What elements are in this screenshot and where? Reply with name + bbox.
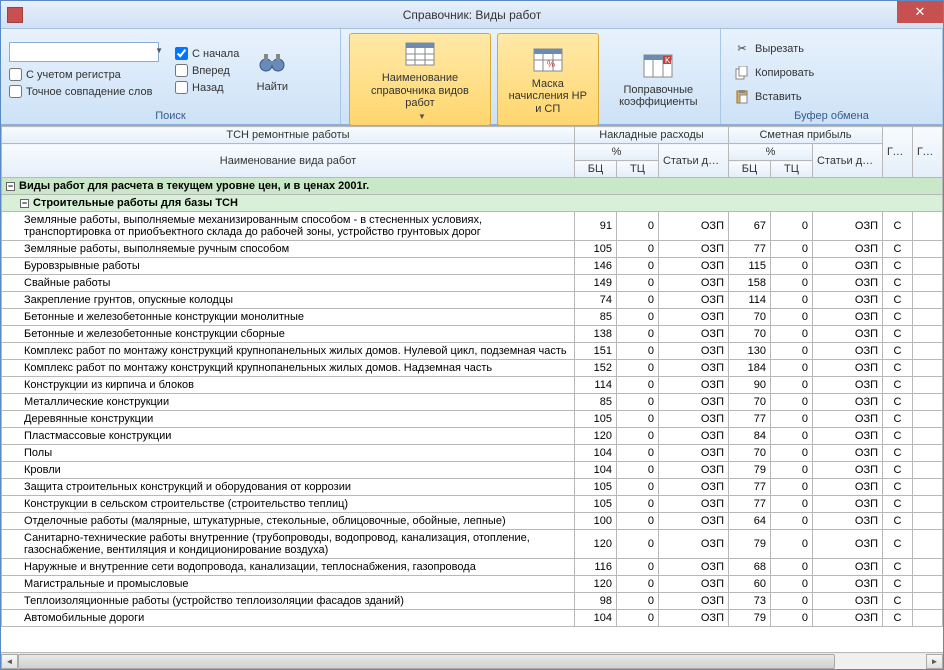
table-row[interactable]: Наружные и внутренние сети водопровода, … — [2, 559, 943, 576]
group-label-search: Поиск — [9, 108, 332, 122]
copy-button[interactable]: Копировать — [729, 62, 819, 84]
window-title: Справочник: Виды работ — [403, 8, 541, 22]
paste-button[interactable]: Вставить — [729, 86, 819, 108]
dropdown-icon: ▼ — [418, 112, 426, 121]
table-row[interactable]: Бетонные и железобетонные конструкции мо… — [2, 309, 943, 326]
copy-icon — [734, 65, 750, 81]
table-row[interactable]: Конструкции в сельском строительстве (ст… — [2, 496, 943, 513]
header-name[interactable]: Наименование вида работ — [2, 144, 575, 178]
table-row[interactable]: Комплекс работ по монтажу конструкций кр… — [2, 343, 943, 360]
header-overhead[interactable]: Накладные расходы — [574, 127, 728, 144]
table-row[interactable]: Металлические конструкции850ОЗП700ОЗПС — [2, 394, 943, 411]
table-row[interactable]: Пластмассовые конструкции1200ОЗП840ОЗПС — [2, 428, 943, 445]
header-bc1[interactable]: БЦ — [574, 161, 616, 178]
chk-back[interactable]: Назад — [175, 80, 239, 95]
scroll-left-button[interactable]: ◄ — [1, 654, 18, 669]
data-grid[interactable]: ТСН ремонтные работы Накладные расходы С… — [1, 125, 943, 652]
ribbon-group-view: Наименование справочника видов работ ▼ %… — [341, 29, 721, 124]
table-row[interactable]: Буровзрывные работы1460ОЗП1150ОЗПС — [2, 258, 943, 275]
svg-text:K: K — [665, 56, 671, 65]
group-row[interactable]: −Строительные работы для базы ТСН — [2, 195, 943, 212]
btn-mask[interactable]: % Маска начисления НР и СП — [497, 33, 599, 126]
header-bc2[interactable]: БЦ — [728, 161, 770, 178]
titlebar: Справочник: Виды работ ✕ — [1, 1, 943, 29]
scissors-icon: ✂ — [734, 41, 750, 57]
ribbon-group-clipboard: ✂ Вырезать Копировать Вставить — [721, 29, 943, 124]
table-row[interactable]: Кровли1040ОЗП790ОЗПС — [2, 462, 943, 479]
table-row[interactable]: Конструкции из кирпича и блоков1140ОЗП90… — [2, 377, 943, 394]
table-row[interactable]: Комплекс работ по монтажу конструкций кр… — [2, 360, 943, 377]
chk-from-start[interactable]: С начала — [175, 46, 239, 61]
table-row[interactable]: Санитарно-технические работы внутренние … — [2, 530, 943, 559]
chk-forward[interactable]: Вперед — [175, 63, 239, 78]
btn-coef[interactable]: K Поправочные коэффициенты — [605, 33, 712, 126]
horizontal-scrollbar[interactable]: ◄ ► — [1, 652, 943, 669]
table-row[interactable]: Автомобильные дороги1040ОЗП790ОЗПС — [2, 610, 943, 627]
table-row[interactable]: Отделочные работы (малярные, штукатурные… — [2, 513, 943, 530]
dropdown-icon[interactable]: ▼ — [155, 46, 163, 55]
table-row[interactable]: Бетонные и железобетонные конструкции сб… — [2, 326, 943, 343]
grid-table: ТСН ремонтные работы Накладные расходы С… — [1, 126, 943, 627]
table-row[interactable]: Полы1040ОЗП700ОЗПС — [2, 445, 943, 462]
group-row[interactable]: −Виды работ для расчета в текущем уровне… — [2, 178, 943, 195]
close-icon: ✕ — [915, 4, 926, 20]
cut-button[interactable]: ✂ Вырезать — [729, 38, 819, 60]
table-row[interactable]: Закрепление грунтов, опускные колодцы740… — [2, 292, 943, 309]
app-icon — [7, 7, 23, 23]
svg-text:%: % — [547, 59, 555, 69]
chk-exact[interactable]: Точное совпадение слов — [9, 84, 169, 99]
table-row[interactable]: Деревянные конструкции1050ОЗП770ОЗПС — [2, 411, 943, 428]
table-row[interactable]: Теплоизоляционные работы (устройство теп… — [2, 593, 943, 610]
table-k-icon: K — [642, 50, 674, 82]
header-pct2[interactable]: % — [728, 144, 812, 161]
expander-icon[interactable]: − — [6, 182, 15, 191]
grid-body: −Виды работ для расчета в текущем уровне… — [2, 178, 943, 627]
binoculars-icon — [256, 47, 288, 79]
scroll-thumb[interactable] — [18, 654, 835, 669]
table-percent-icon: % — [532, 44, 564, 76]
btn-naming[interactable]: Наименование справочника видов работ ▼ — [349, 33, 491, 126]
scroll-right-button[interactable]: ► — [926, 654, 943, 669]
ribbon: ▼ С учетом регистра Точное совпадение сл… — [1, 29, 943, 125]
header-pct1[interactable]: % — [574, 144, 658, 161]
group-label-clipboard: Буфер обмена — [729, 108, 934, 122]
scroll-track[interactable] — [18, 654, 926, 669]
header-profit[interactable]: Сметная прибыль — [728, 127, 882, 144]
find-button[interactable]: Найти — [245, 33, 299, 108]
search-input[interactable] — [9, 42, 159, 62]
header-articles1[interactable]: Статьи для нач. — [658, 144, 728, 178]
header-articles2[interactable]: Статьи для нач. — [812, 144, 882, 178]
header-main[interactable]: ТСН ремонтные работы — [2, 127, 575, 144]
grid-header: ТСН ремонтные работы Накладные расходы С… — [2, 127, 943, 178]
app-window: Справочник: Виды работ ✕ ▼ С учетом реги… — [0, 0, 944, 670]
expander-icon[interactable]: − — [20, 199, 29, 208]
header-tc2[interactable]: ТЦ — [770, 161, 812, 178]
chk-case[interactable]: С учетом регистра — [9, 67, 169, 82]
header-tc1[interactable]: ТЦ — [616, 161, 658, 178]
table-row[interactable]: Магистральные и промысловые1200ОЗП600ОЗП… — [2, 576, 943, 593]
table-icon — [404, 38, 436, 70]
header-goc[interactable]: Гр. ОС — [883, 127, 913, 178]
paste-icon — [734, 89, 750, 105]
header-gres[interactable]: Гр. рес. — [913, 127, 943, 178]
table-row[interactable]: Земляные работы, выполняемые ручным спос… — [2, 241, 943, 258]
table-row[interactable]: Защита строительных конструкций и оборуд… — [2, 479, 943, 496]
ribbon-group-search: ▼ С учетом регистра Точное совпадение сл… — [1, 29, 341, 124]
table-row[interactable]: Свайные работы1490ОЗП1580ОЗПС — [2, 275, 943, 292]
table-row[interactable]: Земляные работы, выполняемые механизиров… — [2, 212, 943, 241]
close-button[interactable]: ✕ — [897, 1, 943, 23]
